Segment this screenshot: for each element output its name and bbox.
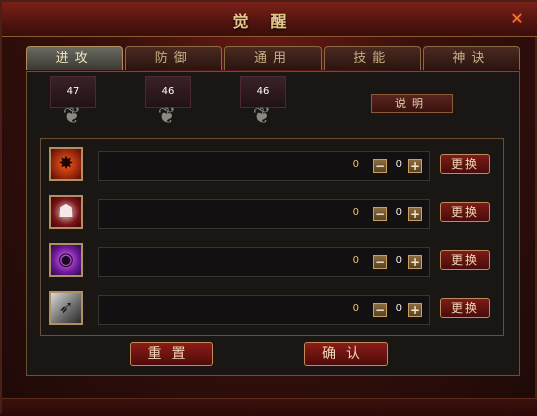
window-title: 觉醒 — [232, 12, 309, 31]
value-bar: 0 − 0 + — [98, 151, 430, 181]
ornament-icon: ❦ — [62, 104, 82, 129]
reset-button[interactable]: 重置 — [130, 342, 213, 366]
plus-button[interactable]: + — [408, 207, 422, 221]
awakening-row-4: ➶ 0 − 0 + 更换 — [41, 283, 503, 331]
swap-button[interactable]: 更换 — [440, 298, 490, 318]
stat-slot-1: 47 ❦ — [50, 76, 96, 129]
swap-button[interactable]: 更换 — [440, 154, 490, 174]
plus-button[interactable]: + — [408, 159, 422, 173]
swap-button[interactable]: 更换 — [440, 250, 490, 270]
stat-slot-3: 46 ❦ — [240, 76, 286, 129]
awakening-row-1: ✸ 0 − 0 + 更换 — [41, 139, 503, 187]
close-icon[interactable]: ✕ — [509, 11, 525, 27]
tab-attack[interactable]: 进攻 — [26, 46, 124, 70]
tab-bar: 进攻 防御 通用 技能 神诀 — [26, 46, 521, 72]
tab-divine[interactable]: 神诀 — [422, 46, 521, 70]
window-footer — [2, 398, 537, 416]
hooded-figure-skill-icon[interactable]: ☗ — [49, 195, 83, 229]
tab-general[interactable]: 通用 — [224, 46, 322, 70]
value-bar: 0 − 0 + — [98, 199, 430, 229]
awakening-row-3: ◉ 0 − 0 + 更换 — [41, 235, 503, 283]
awakening-window: 觉醒 ✕ 进攻 防御 通用 技能 神诀 47 ❦ 46 ❦ 46 ❦ 说明 ✸ … — [0, 0, 537, 416]
arrow-skill-icon[interactable]: ➶ — [49, 291, 83, 325]
row-value: 0 — [352, 159, 359, 170]
explain-button[interactable]: 说明 — [371, 94, 453, 113]
row-count: 0 — [395, 255, 402, 266]
row-value: 0 — [352, 207, 359, 218]
ornament-icon: ❦ — [157, 104, 177, 129]
row-count: 0 — [395, 159, 402, 170]
row-value: 0 — [352, 255, 359, 266]
plus-button[interactable]: + — [408, 255, 422, 269]
swap-button[interactable]: 更换 — [440, 202, 490, 222]
minus-button[interactable]: − — [373, 159, 387, 173]
minus-button[interactable]: − — [373, 207, 387, 221]
value-bar: 0 − 0 + — [98, 295, 430, 325]
purple-orb-skill-icon[interactable]: ◉ — [49, 243, 83, 277]
confirm-button[interactable]: 确认 — [304, 342, 388, 366]
awakening-row-2: ☗ 0 − 0 + 更换 — [41, 187, 503, 235]
plus-button[interactable]: + — [408, 303, 422, 317]
red-swirl-skill-icon[interactable]: ✸ — [49, 147, 83, 181]
ornament-icon: ❦ — [252, 104, 272, 129]
value-bar: 0 − 0 + — [98, 247, 430, 277]
minus-button[interactable]: − — [373, 255, 387, 269]
minus-button[interactable]: − — [373, 303, 387, 317]
row-value: 0 — [352, 303, 359, 314]
tab-skill[interactable]: 技能 — [323, 46, 421, 70]
title-bar[interactable]: 觉醒 ✕ — [2, 2, 537, 37]
row-count: 0 — [395, 303, 402, 314]
stat-slot-2: 46 ❦ — [145, 76, 191, 129]
tab-defense[interactable]: 防御 — [125, 46, 223, 70]
row-count: 0 — [395, 207, 402, 218]
awakening-rows: ✸ 0 − 0 + 更换 ☗ 0 − 0 + 更换 ◉ 0 − 0 + 更换 ➶… — [40, 138, 504, 336]
